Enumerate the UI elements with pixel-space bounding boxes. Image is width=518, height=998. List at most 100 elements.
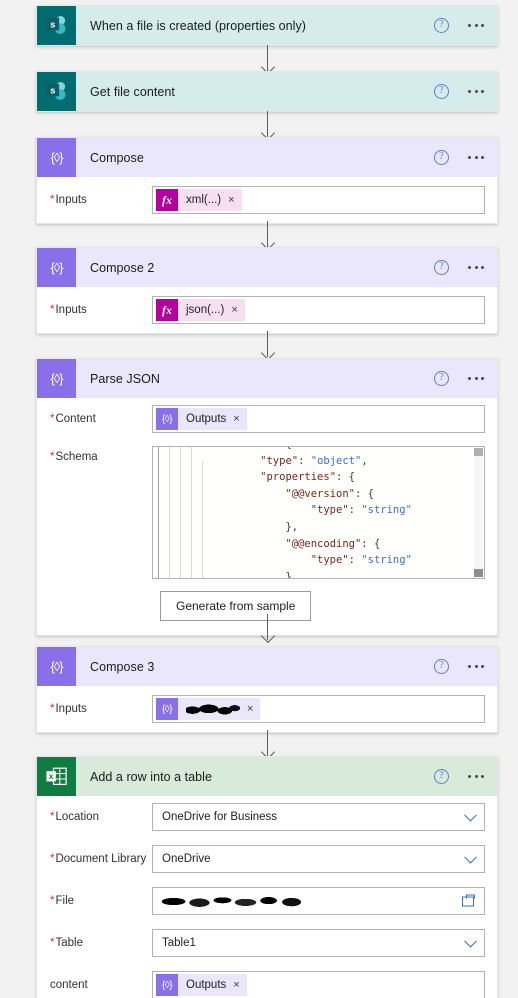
inputs-field[interactable]: {◊} ×: [152, 695, 485, 723]
flow-step-add-a-row-into-a-table[interactable]: x Add a row into a table ? Location OneD…: [36, 756, 498, 998]
flow-step-get-file-content[interactable]: s Get file content ?: [36, 71, 498, 112]
header-actions: ?: [434, 248, 486, 287]
chevron-down-icon[interactable]: [464, 850, 477, 864]
connector-arrow: [260, 614, 275, 644]
token-pill: Outputs ×: [178, 408, 247, 430]
field-label: Content: [49, 413, 152, 425]
connector-arrow: [260, 45, 275, 75]
connector-arrow: [260, 730, 275, 760]
schema-code-text: "?xml": { "type": "object", "properties"…: [235, 447, 412, 579]
file-field[interactable]: [152, 887, 485, 915]
step-title: Compose 2: [90, 260, 155, 275]
help-icon[interactable]: ?: [434, 659, 449, 674]
compose-token-icon: {◊}: [156, 698, 178, 720]
editor-scroll-thumb-bottom[interactable]: [474, 569, 483, 577]
step-body: Inputs fx json(...) ×: [37, 287, 497, 333]
flow-designer-canvas: s When a file is created (properties onl…: [0, 0, 518, 998]
more-options-icon[interactable]: [466, 18, 486, 33]
editor-scroll-thumb-top[interactable]: [474, 448, 483, 456]
expression-token[interactable]: fx xml(...) ×: [156, 189, 242, 211]
step-header[interactable]: x Add a row into a table ?: [37, 757, 497, 796]
step-title: Add a row into a table: [90, 769, 213, 784]
compose-glyph: {◊}: [50, 371, 63, 386]
field-row-content: content {◊} Outputs ×: [49, 964, 485, 998]
field-row-document-library: Document Library OneDrive: [49, 838, 485, 880]
field-label: File: [49, 895, 152, 907]
svg-text:s: s: [50, 20, 55, 31]
editor-scrollbar-track[interactable]: [474, 447, 483, 578]
step-body: Inputs {◊} ×: [37, 686, 497, 732]
step-header[interactable]: s Get file content ?: [37, 72, 497, 111]
file-picker-icon[interactable]: [462, 894, 477, 908]
step-header[interactable]: {◊} Compose 3 ?: [37, 647, 497, 686]
document-library-dropdown[interactable]: OneDrive: [152, 845, 485, 873]
remove-token-icon[interactable]: ×: [231, 304, 237, 316]
connector-arrow: [260, 331, 275, 361]
compose-token-icon: {◊}: [156, 408, 178, 430]
header-actions: ?: [434, 72, 486, 111]
location-dropdown[interactable]: OneDrive for Business: [152, 803, 485, 831]
table-value: Table1: [162, 937, 196, 949]
more-options-icon[interactable]: [466, 84, 486, 99]
remove-token-icon[interactable]: ×: [247, 703, 253, 715]
field-row-inputs: Inputs fx json(...) ×: [49, 287, 485, 333]
help-icon[interactable]: ?: [434, 18, 449, 33]
step-body: Inputs fx xml(...) ×: [37, 177, 497, 223]
content-field[interactable]: {◊} Outputs ×: [152, 971, 485, 998]
table-dropdown[interactable]: Table1: [152, 929, 485, 957]
step-header[interactable]: {◊} Compose ?: [37, 138, 497, 177]
step-body: Location OneDrive for Business Document …: [37, 796, 497, 998]
step-header[interactable]: s When a file is created (properties onl…: [37, 6, 497, 45]
outputs-token[interactable]: {◊} Outputs ×: [156, 974, 247, 996]
remove-token-icon[interactable]: ×: [233, 979, 239, 991]
header-actions: ?: [434, 6, 486, 45]
redacted-token-label: [186, 702, 240, 716]
step-header[interactable]: {◊} Compose 2 ?: [37, 248, 497, 287]
field-label: Table: [49, 937, 152, 949]
flow-step-when-a-file-is-created[interactable]: s When a file is created (properties onl…: [36, 5, 498, 46]
flow-step-compose-2[interactable]: {◊} Compose 2 ? Inputs fx json(...) ×: [36, 247, 498, 334]
token-label: xml(...): [186, 194, 222, 206]
step-header[interactable]: {◊} Parse JSON ?: [37, 359, 497, 398]
step-body: Content {◊} Outputs × Schema: [37, 398, 497, 635]
token-pill: ×: [178, 698, 261, 720]
outputs-token[interactable]: {◊} Outputs ×: [156, 408, 247, 430]
compose-icon: {◊}: [37, 248, 76, 287]
header-actions: ?: [434, 359, 486, 398]
more-options-icon[interactable]: [466, 659, 486, 674]
generate-from-sample-button[interactable]: Generate from sample: [160, 591, 312, 621]
field-label: Inputs: [49, 703, 152, 715]
more-options-icon[interactable]: [466, 150, 486, 165]
more-options-icon[interactable]: [466, 260, 486, 275]
expression-token[interactable]: fx json(...) ×: [156, 299, 245, 321]
flow-step-parse-json[interactable]: {◊} Parse JSON ? Content {◊} Outputs ×: [36, 358, 498, 636]
document-library-value: OneDrive: [162, 853, 211, 865]
field-row-schema: Schema "?xml": { "type": "object", "prop…: [49, 440, 485, 579]
step-title: Get file content: [90, 84, 175, 99]
excel-icon: x: [37, 757, 76, 796]
token-pill: json(...) ×: [178, 299, 245, 321]
help-icon[interactable]: ?: [434, 371, 449, 386]
help-icon[interactable]: ?: [434, 150, 449, 165]
more-options-icon[interactable]: [466, 371, 486, 386]
connector-arrow: [260, 111, 275, 141]
inputs-field[interactable]: fx xml(...) ×: [152, 186, 485, 214]
help-icon[interactable]: ?: [434, 769, 449, 784]
compose-icon: {◊}: [37, 138, 76, 177]
remove-token-icon[interactable]: ×: [233, 413, 239, 425]
outputs-token[interactable]: {◊} ×: [156, 698, 261, 720]
token-label: Outputs: [186, 413, 227, 425]
remove-token-icon[interactable]: ×: [228, 194, 234, 206]
redacted-file-value: [162, 893, 306, 909]
compose-icon: {◊}: [37, 647, 76, 686]
flow-step-compose[interactable]: {◊} Compose ? Inputs fx xml(...) ×: [36, 137, 498, 224]
more-options-icon[interactable]: [466, 769, 486, 784]
inputs-field[interactable]: fx json(...) ×: [152, 296, 485, 324]
chevron-down-icon[interactable]: [464, 934, 477, 948]
chevron-down-icon[interactable]: [464, 808, 477, 822]
help-icon[interactable]: ?: [434, 260, 449, 275]
content-field[interactable]: {◊} Outputs ×: [152, 405, 485, 433]
flow-step-compose-3[interactable]: {◊} Compose 3 ? Inputs {◊} ×: [36, 646, 498, 733]
schema-code-editor[interactable]: "?xml": { "type": "object", "properties"…: [152, 446, 485, 579]
help-icon[interactable]: ?: [434, 84, 449, 99]
